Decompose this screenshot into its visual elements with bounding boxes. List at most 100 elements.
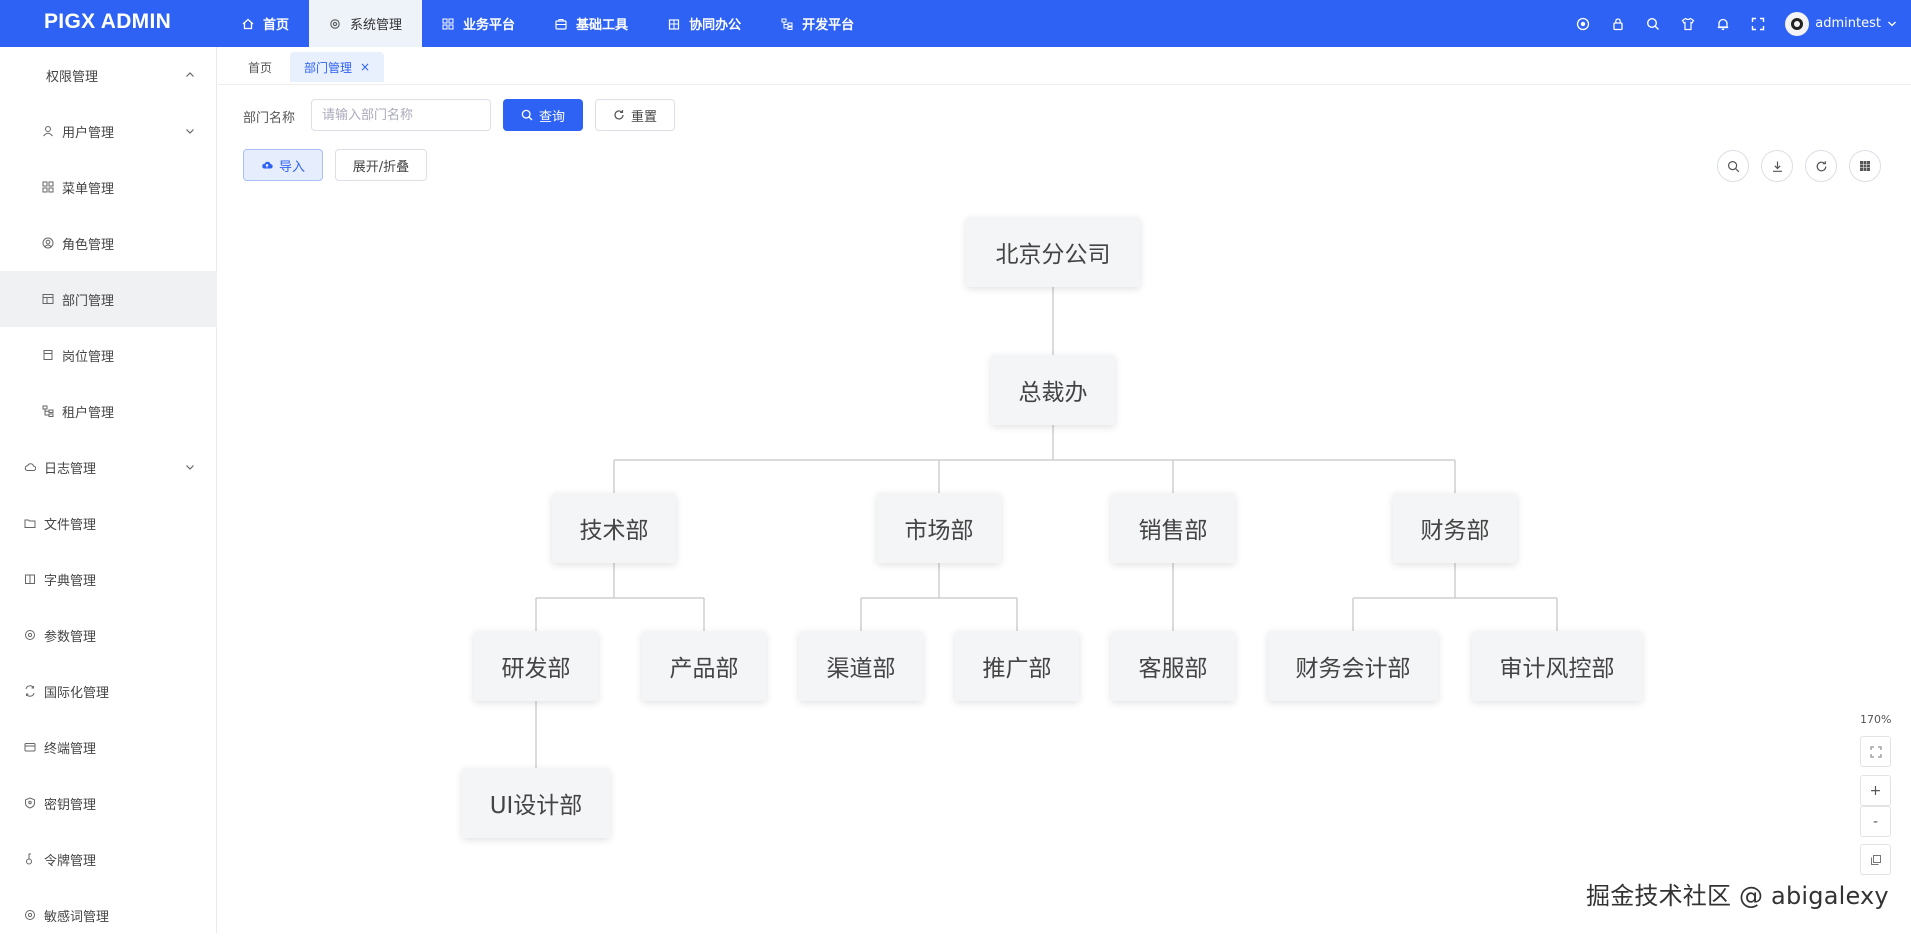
department-icon <box>42 294 54 304</box>
org-node-product[interactable]: 产品部 <box>642 631 766 701</box>
copy-icon <box>1870 854 1881 865</box>
fullscreen-button[interactable] <box>1740 0 1775 47</box>
top-nav-office[interactable]: 协同办公 <box>648 0 761 47</box>
translate-icon <box>25 685 35 697</box>
sidebar-item-label: 字典管理 <box>44 573 97 589</box>
fit-view-button[interactable] <box>1860 736 1891 767</box>
sidebar-item-users[interactable]: 用户管理 <box>0 103 217 159</box>
sidebar-item-label: 部门管理 <box>62 293 115 309</box>
sidebar-item-logs[interactable]: 日志管理 <box>0 439 217 495</box>
org-node-promotion[interactable]: 推广部 <box>955 631 1079 701</box>
sidebar-item-roles[interactable]: 角色管理 <box>0 215 217 271</box>
toolbox-icon <box>555 18 567 30</box>
refresh-icon <box>614 110 624 120</box>
top-nav-business[interactable]: 业务平台 <box>422 0 535 47</box>
top-nav-home[interactable]: 首页 <box>222 0 309 47</box>
sidebar-item-files[interactable]: 文件管理 <box>0 495 217 551</box>
org-node-root[interactable]: 北京分公司 <box>966 217 1140 287</box>
sidebar-item-tokens[interactable]: 令牌管理 <box>0 831 217 887</box>
org-node-marketing[interactable]: 市场部 <box>877 493 1001 563</box>
search-icon <box>1646 17 1659 30</box>
token-icon <box>26 853 32 865</box>
org-node-accounting[interactable]: 财务会计部 <box>1268 631 1438 701</box>
sidebar-item-label: 租户管理 <box>62 405 115 421</box>
grid-icon <box>42 181 54 193</box>
notification-button[interactable] <box>1705 0 1740 47</box>
top-nav-label: 开发平台 <box>802 18 855 33</box>
theme-button[interactable] <box>1565 0 1600 47</box>
sidebar-item-terminals[interactable]: 终端管理 <box>0 719 217 775</box>
dept-name-input[interactable] <box>311 99 491 131</box>
sidebar-item-label: 菜单管理 <box>62 181 115 197</box>
sidebar-item-tenants[interactable]: 租户管理 <box>0 383 217 439</box>
top-nav-dev[interactable]: 开发平台 <box>761 0 874 47</box>
sidebar-item-menus[interactable]: 菜单管理 <box>0 159 217 215</box>
sidebar-item-departments[interactable]: 部门管理 <box>0 271 217 327</box>
copy-button[interactable] <box>1860 844 1891 875</box>
org-node-sales[interactable]: 销售部 <box>1111 493 1235 563</box>
zoom-in-button[interactable]: + <box>1860 775 1891 806</box>
lock-icon <box>1613 17 1623 30</box>
sidebar-item-permission[interactable]: 权限管理 <box>0 47 217 103</box>
sidebar-item-posts[interactable]: 岗位管理 <box>0 327 217 383</box>
post-icon <box>43 350 53 360</box>
terminal-icon <box>24 743 36 752</box>
org-node-ui-design[interactable]: UI设计部 <box>462 768 610 838</box>
toggle-search-button[interactable] <box>1717 150 1749 182</box>
org-node-finance[interactable]: 财务部 <box>1393 493 1517 563</box>
filter-icon <box>25 910 35 920</box>
app-logo[interactable]: PIGX ADMIN <box>44 10 171 34</box>
org-node-audit-risk[interactable]: 审计风控部 <box>1472 631 1642 701</box>
palette-icon <box>1576 17 1589 30</box>
top-navbar: PIGX ADMIN 首页 系统管理 业务平台 基础工具 协同办公 开发平台 a… <box>0 0 1911 47</box>
sidebar-item-dict[interactable]: 字典管理 <box>0 551 217 607</box>
org-node-rnd[interactable]: 研发部 <box>474 631 598 701</box>
close-icon[interactable]: × <box>360 60 370 74</box>
zoom-out-button[interactable]: - <box>1860 806 1891 837</box>
refresh-button[interactable] <box>1805 150 1837 182</box>
org-node-customer-service[interactable]: 客服部 <box>1111 631 1235 701</box>
cloud-icon <box>24 463 36 471</box>
dept-name-label: 部门名称 <box>243 111 296 126</box>
search-button[interactable] <box>1635 0 1670 47</box>
zoom-level: 170% <box>1860 713 1892 726</box>
top-nav-tools[interactable]: 基础工具 <box>535 0 648 47</box>
columns-icon <box>1860 161 1870 171</box>
chevron-down-icon <box>186 465 194 470</box>
chevron-up-icon <box>186 72 194 77</box>
export-button[interactable] <box>1761 150 1793 182</box>
tab-departments[interactable]: 部门管理 × <box>290 52 385 82</box>
sidebar: 权限管理 用户管理 菜单管理 角色管理 部门管理 岗位管理 租户管理 日志管理 … <box>0 47 217 933</box>
top-nav-label: 业务平台 <box>463 18 516 33</box>
lock-button[interactable] <box>1600 0 1635 47</box>
tab-home[interactable]: 首页 <box>234 52 286 82</box>
skin-button[interactable] <box>1670 0 1705 47</box>
tree-icon <box>42 405 54 417</box>
columns-button[interactable] <box>1849 150 1881 182</box>
sidebar-item-label: 参数管理 <box>44 629 97 645</box>
chevron-down-icon[interactable] <box>1887 19 1897 29</box>
reset-button[interactable]: 重置 <box>595 99 675 131</box>
tab-label: 首页 <box>248 60 273 75</box>
tab-label: 部门管理 <box>304 60 353 75</box>
sidebar-item-sensitive-words[interactable]: 敏感词管理 <box>0 887 217 943</box>
gear-icon <box>25 630 35 640</box>
shirt-icon <box>1681 17 1695 30</box>
sidebar-item-keys[interactable]: 密钥管理 <box>0 775 217 831</box>
org-node-channel[interactable]: 渠道部 <box>799 631 923 701</box>
grid-icon <box>442 18 454 29</box>
org-node-president-office[interactable]: 总裁办 <box>991 355 1115 425</box>
avatar[interactable] <box>1785 11 1810 36</box>
query-button[interactable]: 查询 <box>503 99 583 131</box>
username[interactable]: admintest <box>1815 16 1881 31</box>
search-icon <box>521 109 533 121</box>
top-nav-label: 协同办公 <box>689 18 742 33</box>
top-nav-system[interactable]: 系统管理 <box>309 0 423 47</box>
sidebar-item-label: 文件管理 <box>44 517 97 533</box>
sidebar-item-params[interactable]: 参数管理 <box>0 607 217 663</box>
expand-collapse-button[interactable]: 展开/折叠 <box>335 149 427 181</box>
sidebar-item-i18n[interactable]: 国际化管理 <box>0 663 217 719</box>
import-button[interactable]: 导入 <box>243 149 323 181</box>
org-node-tech[interactable]: 技术部 <box>552 493 676 563</box>
query-button-label: 查询 <box>538 109 565 125</box>
